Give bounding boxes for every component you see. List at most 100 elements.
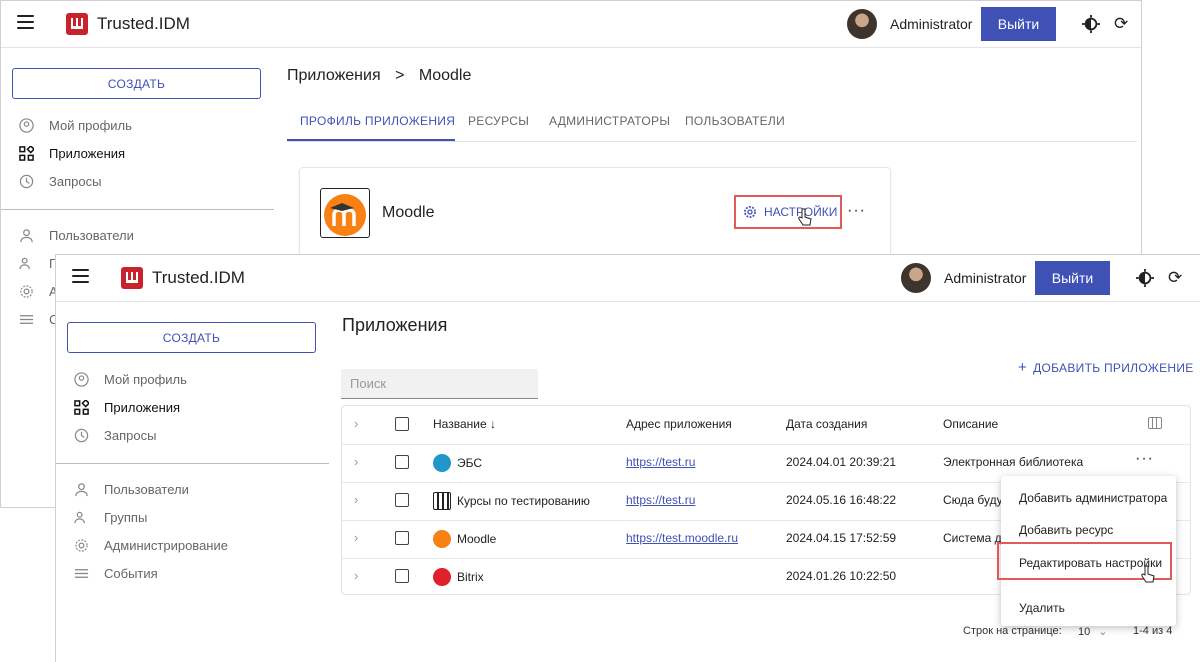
menu-icon[interactable]	[17, 15, 34, 32]
sidebar-item-users[interactable]: Пользователи	[74, 480, 189, 500]
group-icon	[74, 511, 85, 524]
sidebar-item-apps[interactable]: Приложения	[19, 144, 125, 164]
app-url-link[interactable]: https://test.ru	[626, 493, 695, 507]
sidebar-item-profile[interactable]: Мой профиль	[74, 370, 187, 390]
tab-resources[interactable]: РЕСУРСЫ	[468, 114, 529, 128]
app-name: ЭБС	[457, 456, 483, 470]
row-checkbox[interactable]	[395, 531, 409, 545]
theme-toggle-icon[interactable]	[1136, 269, 1154, 287]
page-title: Приложения	[342, 315, 448, 335]
app-description: Электронная библиотека	[943, 455, 1084, 469]
create-button[interactable]: СОЗДАТЬ	[67, 322, 316, 353]
logo-icon	[66, 13, 88, 35]
menu-item-add-resource[interactable]: Добавить ресурс	[1019, 523, 1113, 537]
app-name-cell: Курсы по тестированию	[433, 492, 590, 510]
avatar[interactable]	[847, 9, 877, 39]
tab-app-profile[interactable]: ПРОФИЛЬ ПРИЛОЖЕНИЯ	[300, 114, 455, 128]
columns-icon[interactable]	[1148, 417, 1162, 429]
gear-icon	[744, 206, 756, 218]
breadcrumb-root[interactable]: Приложения	[287, 67, 381, 84]
table-header: › Название ↓ Адрес приложения Дата созда…	[342, 406, 1190, 445]
active-tab-indicator	[287, 139, 455, 141]
more-icon[interactable]: ···	[1135, 450, 1154, 468]
sidebar-item-admin[interactable]: Администрирование	[74, 536, 228, 556]
gear-icon	[75, 539, 88, 552]
menu-icon[interactable]	[72, 269, 89, 286]
logout-button[interactable]: Выйти	[1035, 261, 1110, 295]
chevron-right-icon[interactable]: ›	[354, 492, 358, 507]
column-header-url[interactable]: Адрес приложения	[626, 417, 732, 431]
sidebar-item-requests[interactable]: Запросы	[19, 172, 101, 192]
app-name: Bitrix	[457, 570, 484, 584]
created-date: 2024.05.16 16:48:22	[786, 493, 897, 507]
chevron-right-icon[interactable]: ›	[354, 454, 358, 469]
sidebar-item-events[interactable]: События	[74, 564, 158, 584]
app-title: Moodle	[382, 204, 435, 221]
moodle-logo-icon	[433, 530, 451, 548]
created-date: 2024.04.15 17:52:59	[786, 531, 897, 545]
sidebar-item-label: Группы	[104, 510, 148, 525]
apps-icon	[19, 146, 34, 161]
sidebar-item-users[interactable]: Пользователи	[19, 226, 134, 246]
refresh-icon[interactable]: ⟳	[1168, 269, 1184, 287]
row-context-menu: Добавить администратора Добавить ресурс …	[997, 476, 1176, 626]
menu-item-delete[interactable]: Удалить	[1019, 601, 1065, 615]
app-name: Moodle	[457, 532, 497, 546]
sidebar-item-label: События	[104, 566, 158, 581]
sidebar-divider	[1, 209, 274, 210]
created-date: 2024.01.26 10:22:50	[786, 569, 897, 583]
column-header-name[interactable]: Название ↓	[433, 417, 496, 431]
breadcrumb-separator: >	[395, 67, 405, 84]
list-icon	[19, 315, 34, 324]
rows-per-page-select[interactable]: 10 ⌄	[1078, 625, 1107, 638]
history-icon	[19, 174, 34, 189]
chevron-right-icon[interactable]: ›	[354, 416, 358, 431]
logout-button[interactable]: Выйти	[981, 7, 1056, 41]
settings-button[interactable]: НАСТРОЙКИ	[734, 195, 842, 229]
sidebar-item-profile[interactable]: Мой профиль	[19, 116, 132, 136]
tab-users[interactable]: ПОЛЬЗОВАТЕЛИ	[685, 114, 785, 128]
chevron-right-icon[interactable]: ›	[354, 530, 358, 545]
column-header-description[interactable]: Описание	[943, 417, 998, 431]
theme-toggle-icon[interactable]	[1082, 15, 1100, 33]
sidebar-item-label: Мой профиль	[49, 118, 132, 133]
user-circle-icon	[19, 118, 34, 133]
avatar[interactable]	[901, 263, 931, 293]
tab-administrators[interactable]: АДМИНИСТРАТОРЫ	[549, 114, 670, 128]
sidebar-item-requests[interactable]: Запросы	[74, 426, 156, 446]
pagination-range: 1-4 из 4	[1133, 625, 1173, 637]
search-input[interactable]	[341, 369, 538, 399]
row-checkbox[interactable]	[395, 455, 409, 469]
more-icon[interactable]: ···	[847, 202, 866, 220]
sidebar-item-label: Запросы	[49, 174, 102, 189]
logo-icon	[121, 267, 143, 289]
user-circle-icon	[74, 372, 89, 387]
top-bar: Trusted.IDM Administrator Выйти ⟳	[1, 1, 1141, 48]
column-header-date[interactable]: Дата создания	[786, 417, 867, 431]
create-button[interactable]: СОЗДАТЬ	[12, 68, 261, 99]
hand-cursor-icon	[798, 208, 812, 226]
select-all-checkbox[interactable]	[395, 417, 409, 431]
chevron-down-icon: ⌄	[1098, 626, 1108, 638]
app-name-cell: ЭБС	[433, 454, 482, 472]
row-checkbox[interactable]	[395, 569, 409, 583]
add-app-button[interactable]: + ДОБАВИТЬ ПРИЛОЖЕНИЕ	[1018, 359, 1194, 376]
rows-per-page-label: Строк на странице:	[963, 625, 1062, 637]
menu-item-add-admin[interactable]: Добавить администратора	[1019, 491, 1167, 505]
row-checkbox[interactable]	[395, 493, 409, 507]
user-name: Administrator	[944, 270, 1027, 286]
refresh-icon[interactable]: ⟳	[1114, 15, 1130, 33]
brand-title: Trusted.IDM	[97, 14, 190, 33]
app-url-link[interactable]: https://test.moodle.ru	[626, 531, 738, 545]
app-url-link[interactable]: https://test.ru	[626, 455, 695, 469]
rows-per-page-value: 10	[1078, 626, 1091, 638]
hand-cursor-icon	[1141, 565, 1155, 583]
sidebar-item-apps[interactable]: Приложения	[74, 398, 180, 418]
tab-bar: ПРОФИЛЬ ПРИЛОЖЕНИЯ РЕСУРСЫ АДМИНИСТРАТОР…	[287, 101, 1137, 142]
sidebar-item-label: Пользователи	[49, 228, 134, 243]
sidebar-item-label: Пользователи	[104, 482, 189, 497]
chevron-right-icon[interactable]: ›	[354, 568, 358, 583]
sidebar-item-groups[interactable]: Группы	[74, 508, 147, 528]
brand-title: Trusted.IDM	[152, 268, 245, 287]
group-icon	[19, 257, 30, 270]
